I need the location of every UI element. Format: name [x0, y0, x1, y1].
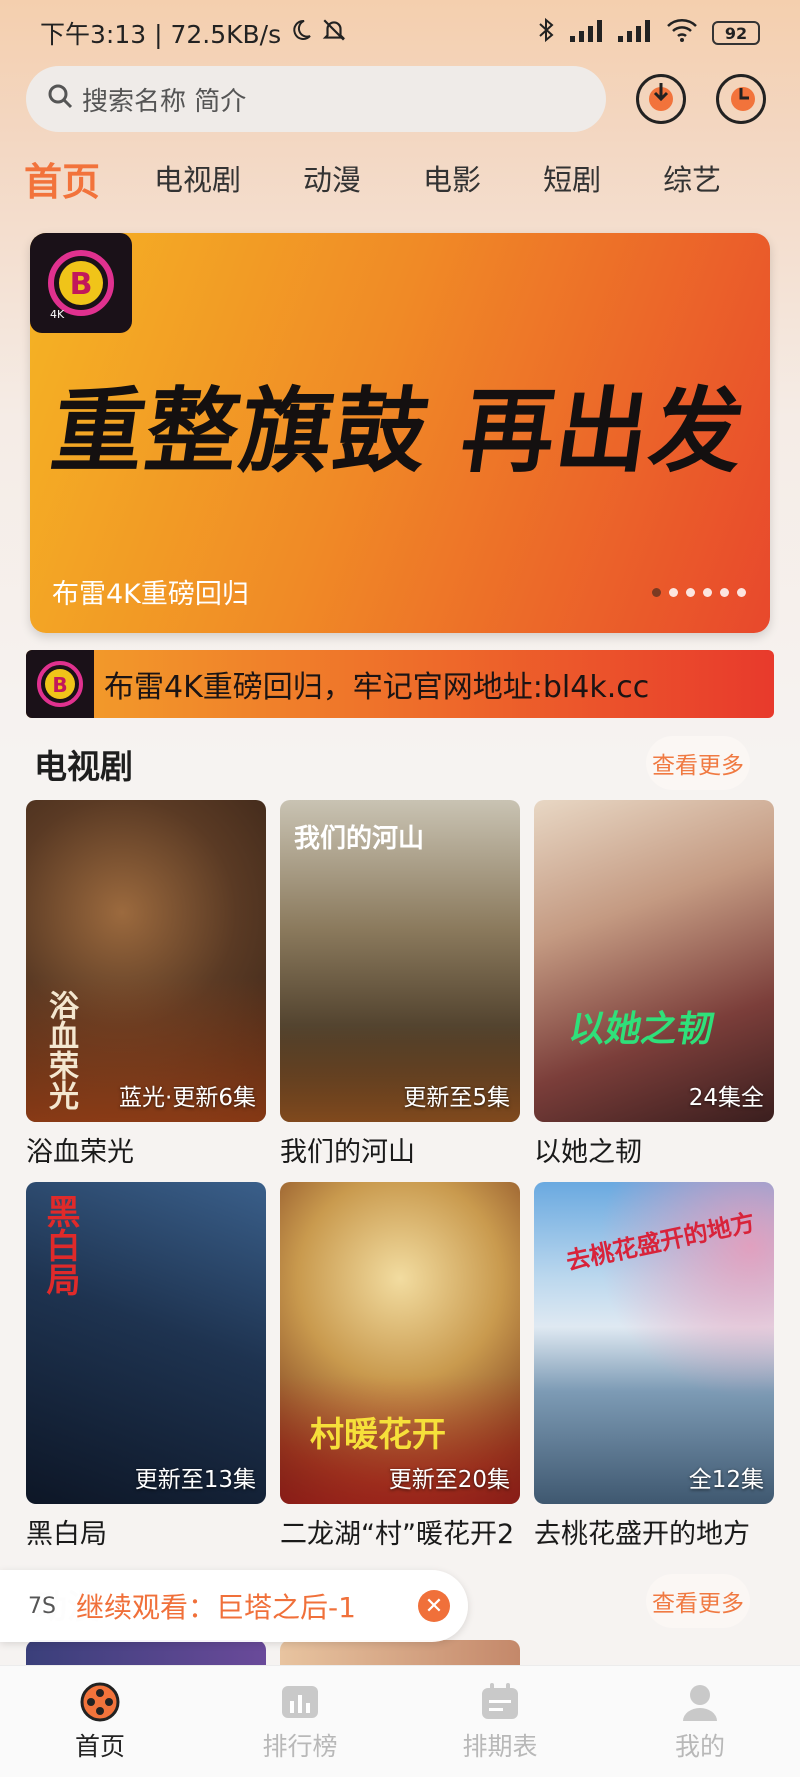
pagination-dot[interactable] [703, 588, 712, 597]
poster-image: 我们的河山 更新至5集 [280, 800, 520, 1122]
episode-badge: 蓝光·更新6集 [119, 1085, 256, 1111]
search-input[interactable]: 搜索名称 简介 [26, 66, 606, 132]
poster-image: 黑白局 更新至13集 [26, 1182, 266, 1504]
card-title: 去桃花盛开的地方 [534, 1519, 750, 1550]
episode-badge: 全12集 [688, 1467, 764, 1493]
history-button[interactable] [716, 74, 766, 124]
episode-badge: 24集全 [688, 1085, 764, 1111]
nav-label: 排行榜 [262, 1731, 338, 1761]
download-button[interactable] [636, 74, 686, 124]
pagination-dot[interactable] [686, 588, 695, 597]
episode-badge: 更新至5集 [403, 1085, 510, 1111]
view-more-tv-button[interactable]: 查看更多 [646, 736, 750, 790]
search-row: 搜索名称 简介 [26, 66, 776, 136]
download-icon [643, 79, 679, 119]
poster-title-art: 黑白局 [40, 1194, 80, 1296]
brand-logo-small: B [26, 650, 94, 718]
bluetooth-icon [536, 17, 556, 49]
section-title-tv: 电视剧 [34, 747, 133, 786]
tab-movie[interactable]: 电影 [423, 157, 481, 199]
episode-badge: 更新至13集 [134, 1467, 256, 1493]
svg-text:B: B [52, 673, 67, 697]
card-title: 二龙湖“村”暖花开2 [280, 1519, 515, 1550]
media-card[interactable]: 我们的河山 更新至5集 我们的河山 [280, 800, 520, 1169]
announcement-banner[interactable]: B 布雷4K重磅回归，牢记官网地址:bl4k.cc [26, 650, 774, 718]
pagination-dot[interactable] [652, 588, 661, 597]
media-card[interactable]: 村暖花开 更新至20集 二龙湖“村”暖花开2 [280, 1182, 520, 1551]
mute-bell-icon [321, 17, 347, 49]
history-clock-icon [723, 79, 759, 119]
user-icon [679, 1681, 721, 1723]
nav-schedule[interactable]: 排期表 [400, 1666, 600, 1777]
media-card[interactable]: 去桃花盛开的地方 全12集 去桃花盛开的地方 [534, 1182, 774, 1551]
tab-anime[interactable]: 动漫 [303, 157, 361, 199]
poster-image: 村暖花开 更新至20集 [280, 1182, 520, 1504]
poster-title-art: 浴血荣光 [43, 990, 78, 1110]
brand-logo: B 4K [30, 233, 132, 333]
poster-peek [26, 1640, 266, 1666]
tab-short-drama[interactable]: 短剧 [543, 157, 601, 199]
signal-icon [570, 19, 604, 48]
banner-pagination [652, 588, 746, 597]
pagination-dot[interactable] [669, 588, 678, 597]
continue-watching-bar[interactable]: 7S 继续观看：巨塔之后-1 ✕ [0, 1570, 468, 1642]
signal-icon-2 [618, 19, 652, 48]
card-title: 我们的河山 [280, 1137, 415, 1168]
card-title: 浴血荣光 [26, 1137, 134, 1168]
status-bar: 下午3:13 | 72.5KB/s 92 [0, 0, 800, 66]
calendar-icon [479, 1681, 521, 1723]
nav-label: 我的 [674, 1731, 725, 1761]
nav-ranking[interactable]: 排行榜 [200, 1666, 400, 1777]
tab-tv[interactable]: 电视剧 [154, 157, 241, 199]
nav-label: 首页 [74, 1731, 125, 1761]
poster-image: 浴血荣光 蓝光·更新6集 [26, 800, 266, 1122]
view-more-anime-button[interactable]: 查看更多 [646, 1574, 750, 1628]
status-time: 下午3:13 | 72.5KB/s [40, 20, 282, 49]
continue-watching-text: 继续观看：巨塔之后-1 [75, 1591, 356, 1624]
card-title: 黑白局 [26, 1519, 107, 1550]
poster-image: 去桃花盛开的地方 全12集 [534, 1182, 774, 1504]
chart-icon [279, 1681, 321, 1723]
film-reel-icon [79, 1681, 121, 1723]
poster-image: 以她之韧 24集全 [534, 800, 774, 1122]
bottom-navigation: 首页 排行榜 排期表 我的 [0, 1665, 800, 1777]
search-icon [46, 82, 74, 117]
media-card[interactable]: 以她之韧 24集全 以她之韧 [534, 800, 774, 1169]
nav-label: 排期表 [462, 1731, 538, 1761]
pagination-dot[interactable] [720, 588, 729, 597]
media-card[interactable]: 黑白局 更新至13集 黑白局 [26, 1182, 266, 1551]
pagination-dot[interactable] [737, 588, 746, 597]
poster-peek [280, 1640, 520, 1666]
episode-badge: 更新至20集 [388, 1467, 510, 1493]
moon-icon [289, 18, 313, 48]
search-placeholder: 搜索名称 简介 [82, 86, 247, 117]
battery-indicator: 92 [712, 21, 760, 45]
banner-headline: 重整旗鼓 再出发 [45, 376, 753, 485]
poster-title-art: 以她之韧 [565, 1008, 718, 1050]
hero-banner[interactable]: B 4K 重整旗鼓 再出发 布雷4K重磅回归 [30, 233, 770, 633]
announcement-text: 布雷4K重磅回归，牢记官网地址:bl4k.cc [104, 670, 650, 705]
media-card[interactable]: 浴血荣光 蓝光·更新6集 浴血荣光 [26, 800, 266, 1169]
wifi-icon [666, 18, 698, 48]
tab-variety[interactable]: 综艺 [663, 157, 721, 199]
svg-text:4K: 4K [50, 308, 65, 321]
nav-profile[interactable]: 我的 [600, 1666, 800, 1777]
tab-home[interactable]: 首页 [24, 151, 100, 206]
nav-home[interactable]: 首页 [0, 1666, 200, 1777]
poster-title-art: 村暖花开 [310, 1415, 446, 1455]
card-title: 以她之韧 [534, 1137, 642, 1168]
close-icon[interactable]: ✕ [418, 1590, 450, 1622]
countdown-label: 7S [28, 1593, 56, 1619]
svg-text:B: B [70, 267, 93, 302]
banner-caption: 布雷4K重磅回归 [52, 579, 249, 610]
poster-title-art: 我们的河山 [294, 824, 425, 854]
category-tabs: 首页 电视剧 动漫 电影 短剧 综艺 [24, 148, 784, 208]
